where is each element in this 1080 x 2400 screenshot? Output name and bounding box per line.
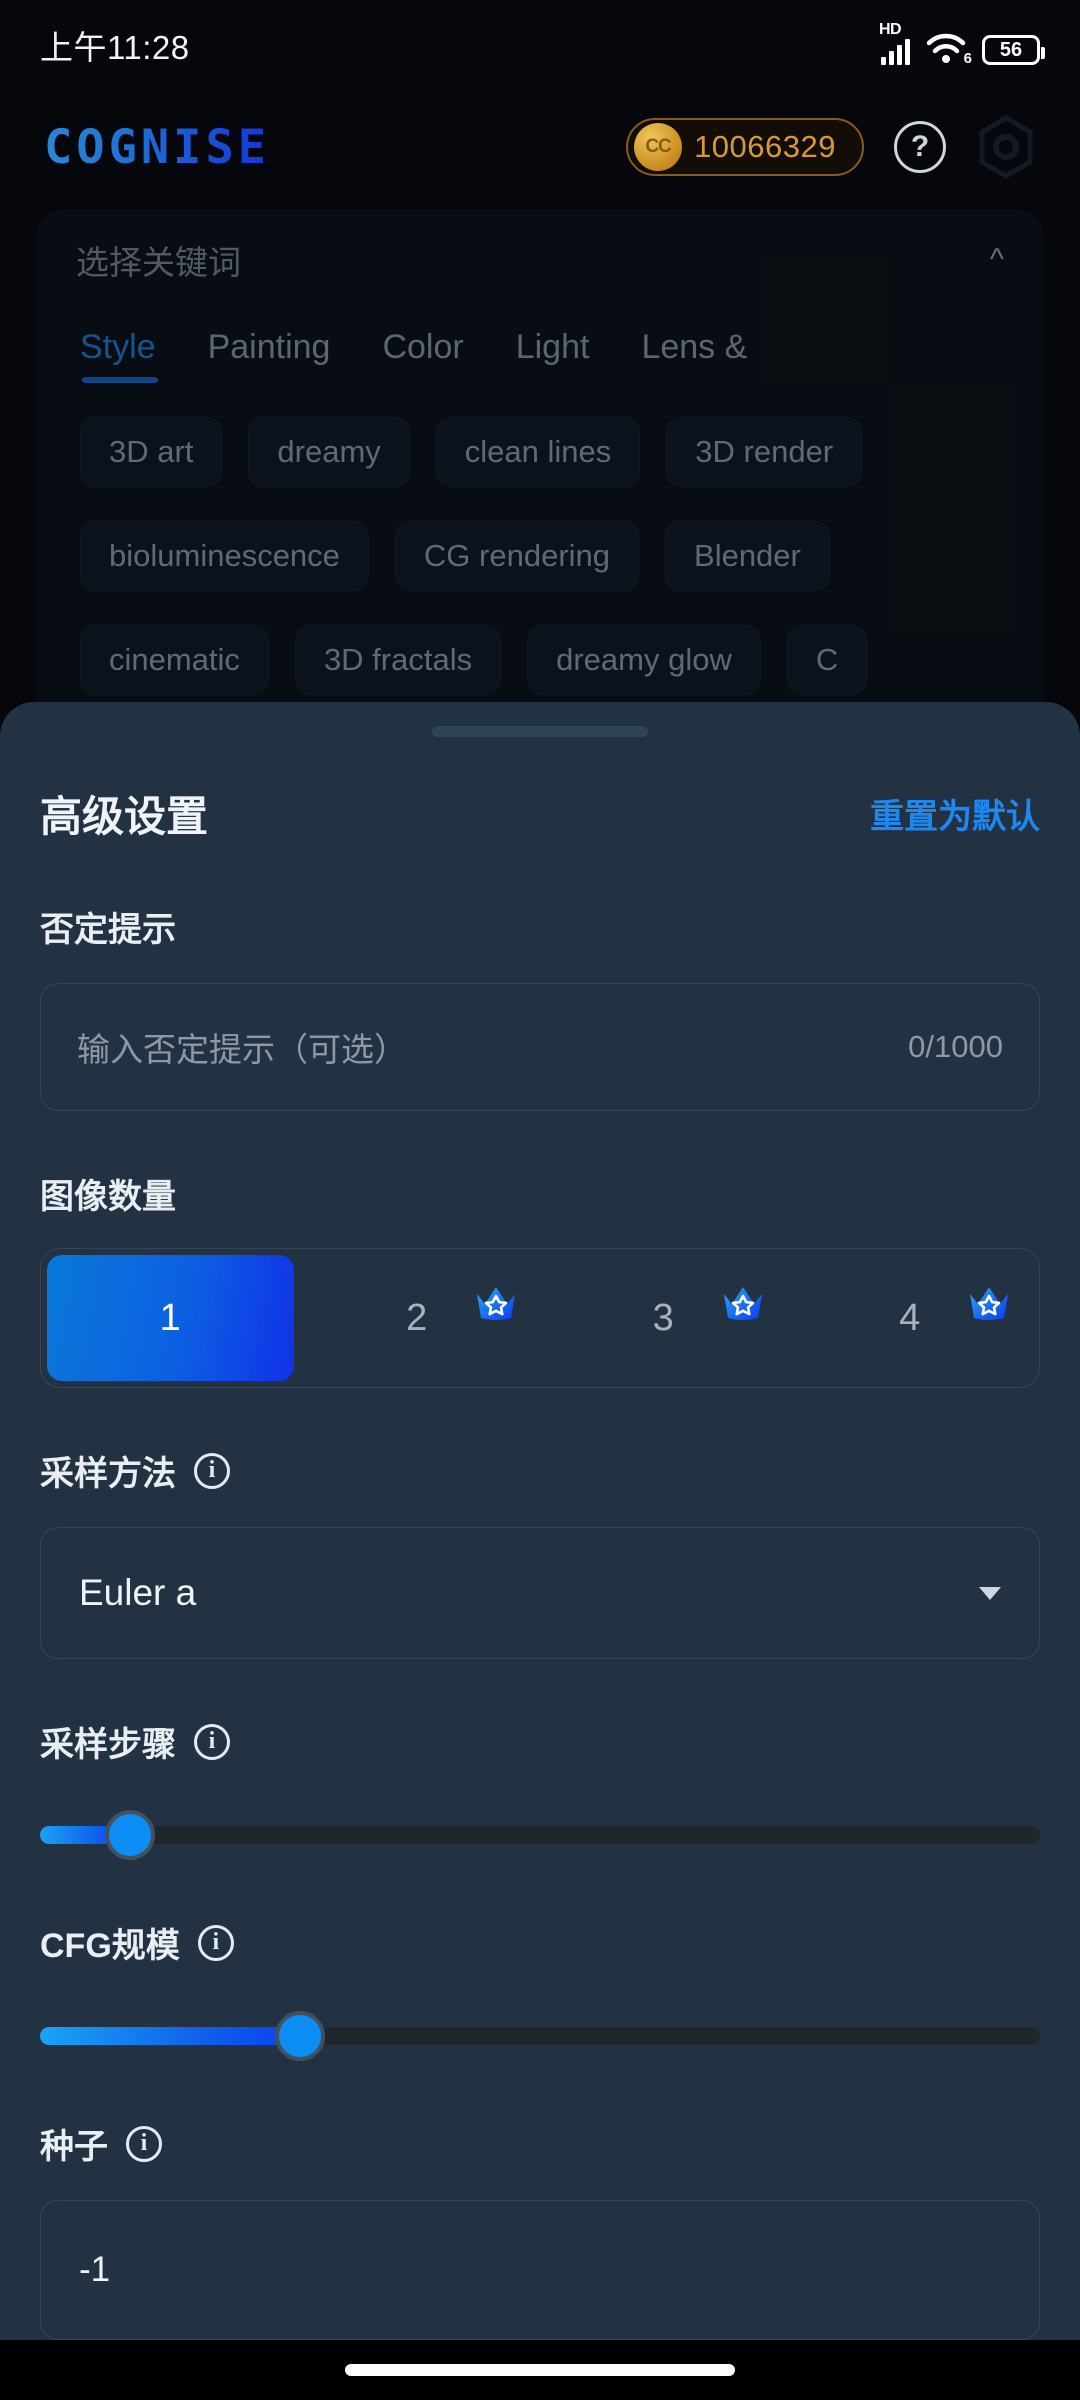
negative-prompt-input[interactable]: 输入否定提示（可选） 0/1000 — [40, 983, 1040, 1111]
app-logo[interactable]: COGNISE — [44, 120, 270, 175]
tab-light[interactable]: Light — [516, 328, 590, 383]
advanced-settings-sheet: 高级设置 重置为默认 否定提示 输入否定提示（可选） 0/1000 图像数量 1 — [0, 702, 1080, 2400]
slider-track — [40, 1826, 1040, 1844]
keyword-chip[interactable]: CG rendering — [394, 521, 640, 591]
keyword-chip[interactable]: C — [786, 625, 868, 695]
cfg-scale-section: CFG规模 i — [0, 1918, 1080, 2061]
seed-label-row: 种子 i — [40, 2119, 1040, 2168]
cellular-signal-icon: HD — [879, 21, 910, 65]
premium-crown-icon — [721, 1283, 765, 1323]
image-count-option-label: 1 — [159, 1296, 181, 1339]
keyword-chip[interactable]: dreamy — [248, 417, 410, 487]
coin-balance-label: 10066329 — [694, 129, 836, 164]
image-count-option-4[interactable]: 4 — [787, 1255, 1034, 1381]
negative-prompt-label: 否定提示 — [40, 911, 176, 949]
settings-hex-icon[interactable] — [976, 115, 1036, 179]
keyword-chip[interactable]: 3D art — [80, 417, 223, 487]
image-count-option-1[interactable]: 1 — [47, 1255, 294, 1381]
keyword-chip-row: 3D art dreamy clean lines 3D render — [36, 417, 1044, 487]
image-count-label-row: 图像数量 — [40, 1169, 1040, 1218]
slider-fill — [40, 2027, 300, 2045]
sampling-method-label-row: 采样方法 i — [40, 1446, 1040, 1495]
seed-input[interactable]: -1 — [40, 2200, 1040, 2340]
image-count-option-2[interactable]: 2 — [294, 1255, 541, 1381]
sampling-steps-label: 采样步骤 — [40, 1726, 176, 1764]
status-bar-icons: HD 6 56 — [879, 21, 1045, 67]
battery-icon: 56 — [982, 35, 1045, 65]
signal-bars-icon — [881, 39, 910, 65]
image-count-option-3[interactable]: 3 — [540, 1255, 787, 1381]
slider-thumb[interactable] — [275, 2011, 325, 2061]
tab-lens[interactable]: Lens & — [641, 328, 747, 383]
slider-thumb[interactable] — [105, 1810, 155, 1860]
sheet-title: 高级设置 — [40, 793, 209, 840]
image-count-option-label: 2 — [406, 1296, 428, 1339]
keyword-picker-title: 选择关键词 — [76, 244, 241, 281]
wifi-icon: 6 — [926, 31, 972, 67]
image-count-segmented-control: 1 2 3 4 — [40, 1248, 1040, 1388]
battery-percent-label: 56 — [999, 39, 1023, 61]
status-bar-time: 上午11:28 — [40, 29, 190, 66]
info-icon[interactable]: i — [126, 2125, 162, 2162]
keyword-chip[interactable]: bioluminescence — [80, 521, 369, 591]
sampling-steps-section: 采样步骤 i — [0, 1717, 1080, 1860]
tab-painting[interactable]: Painting — [208, 328, 331, 383]
keyword-chip[interactable]: dreamy glow — [527, 625, 761, 695]
cfg-scale-label-row: CFG规模 i — [40, 1918, 1040, 1967]
keyword-chip[interactable]: cinematic — [80, 625, 269, 695]
info-icon[interactable]: i — [194, 1723, 230, 1760]
cfg-scale-slider[interactable] — [40, 2011, 1040, 2061]
keyword-chip[interactable]: clean lines — [435, 417, 641, 487]
negative-prompt-counter: 0/1000 — [908, 1029, 1003, 1064]
seed-section: 种子 i -1 — [0, 2119, 1080, 2340]
chevron-up-icon[interactable]: ^ — [990, 245, 1004, 275]
keyword-chip[interactable]: 3D fractals — [294, 625, 502, 695]
negative-prompt-section: 否定提示 输入否定提示（可选） 0/1000 — [0, 902, 1080, 1111]
keyword-picker-header: 选择关键词 ^ — [36, 210, 1044, 284]
wifi-generation-label: 6 — [963, 50, 972, 67]
hd-label: HD — [879, 21, 902, 38]
sheet-header: 高级设置 重置为默认 — [0, 737, 1080, 844]
premium-crown-icon — [967, 1283, 1011, 1323]
negative-prompt-placeholder: 输入否定提示（可选） — [77, 1031, 407, 1068]
keyword-chip-row: cinematic 3D fractals dreamy glow C — [36, 625, 1044, 695]
status-bar: 上午11:28 HD 6 56 — [0, 0, 1080, 90]
app-bar: COGNISE CC 10066329 ? — [0, 92, 1080, 202]
image-count-option-label: 3 — [652, 1296, 674, 1339]
keyword-category-tabs: Style Painting Color Light Lens & — [36, 284, 1044, 383]
image-count-section: 图像数量 1 2 3 4 — [0, 1169, 1080, 1388]
negative-prompt-label-row: 否定提示 — [40, 902, 1040, 951]
seed-value: -1 — [79, 2250, 111, 2289]
reset-to-default-button[interactable]: 重置为默认 — [870, 789, 1040, 838]
sampling-method-value: Euler a — [79, 1572, 197, 1613]
keyword-chip[interactable]: 3D render — [666, 417, 863, 487]
image-count-option-label: 4 — [899, 1296, 921, 1339]
info-icon[interactable]: i — [197, 1924, 234, 1961]
keyword-chip[interactable]: Blender — [665, 521, 830, 591]
sampling-steps-slider[interactable] — [40, 1810, 1040, 1860]
coin-icon: CC — [634, 123, 683, 171]
tab-style[interactable]: Style — [80, 328, 158, 383]
seed-label: 种子 — [40, 2128, 108, 2166]
keyword-picker-panel: 选择关键词 ^ Style Painting Color Light Lens … — [36, 210, 1044, 710]
phone-screen: 上午11:28 HD 6 56 COGNISE CC 10066329 ? 选择… — [0, 0, 1080, 2400]
keyword-chip-row: bioluminescence CG rendering Blender — [36, 521, 1044, 591]
sampling-steps-label-row: 采样步骤 i — [40, 1717, 1040, 1766]
sampling-method-label: 采样方法 — [40, 1455, 176, 1493]
premium-crown-icon — [474, 1283, 518, 1323]
sampling-method-section: 采样方法 i Euler a — [0, 1446, 1080, 1659]
home-indicator[interactable] — [345, 2364, 735, 2376]
image-count-label: 图像数量 — [40, 1178, 176, 1216]
chevron-down-icon — [979, 1586, 1001, 1600]
coin-balance-button[interactable]: CC 10066329 — [626, 118, 864, 176]
sampling-method-select[interactable]: Euler a — [40, 1527, 1040, 1659]
cfg-scale-label: CFG规模 — [40, 1927, 180, 1965]
help-icon[interactable]: ? — [894, 121, 946, 173]
app-bar-actions: CC 10066329 ? — [626, 115, 1036, 179]
system-navigation-bar — [0, 2340, 1080, 2400]
info-icon[interactable]: i — [194, 1452, 230, 1489]
tab-color[interactable]: Color — [382, 328, 463, 383]
sheet-drag-handle[interactable] — [432, 726, 648, 737]
